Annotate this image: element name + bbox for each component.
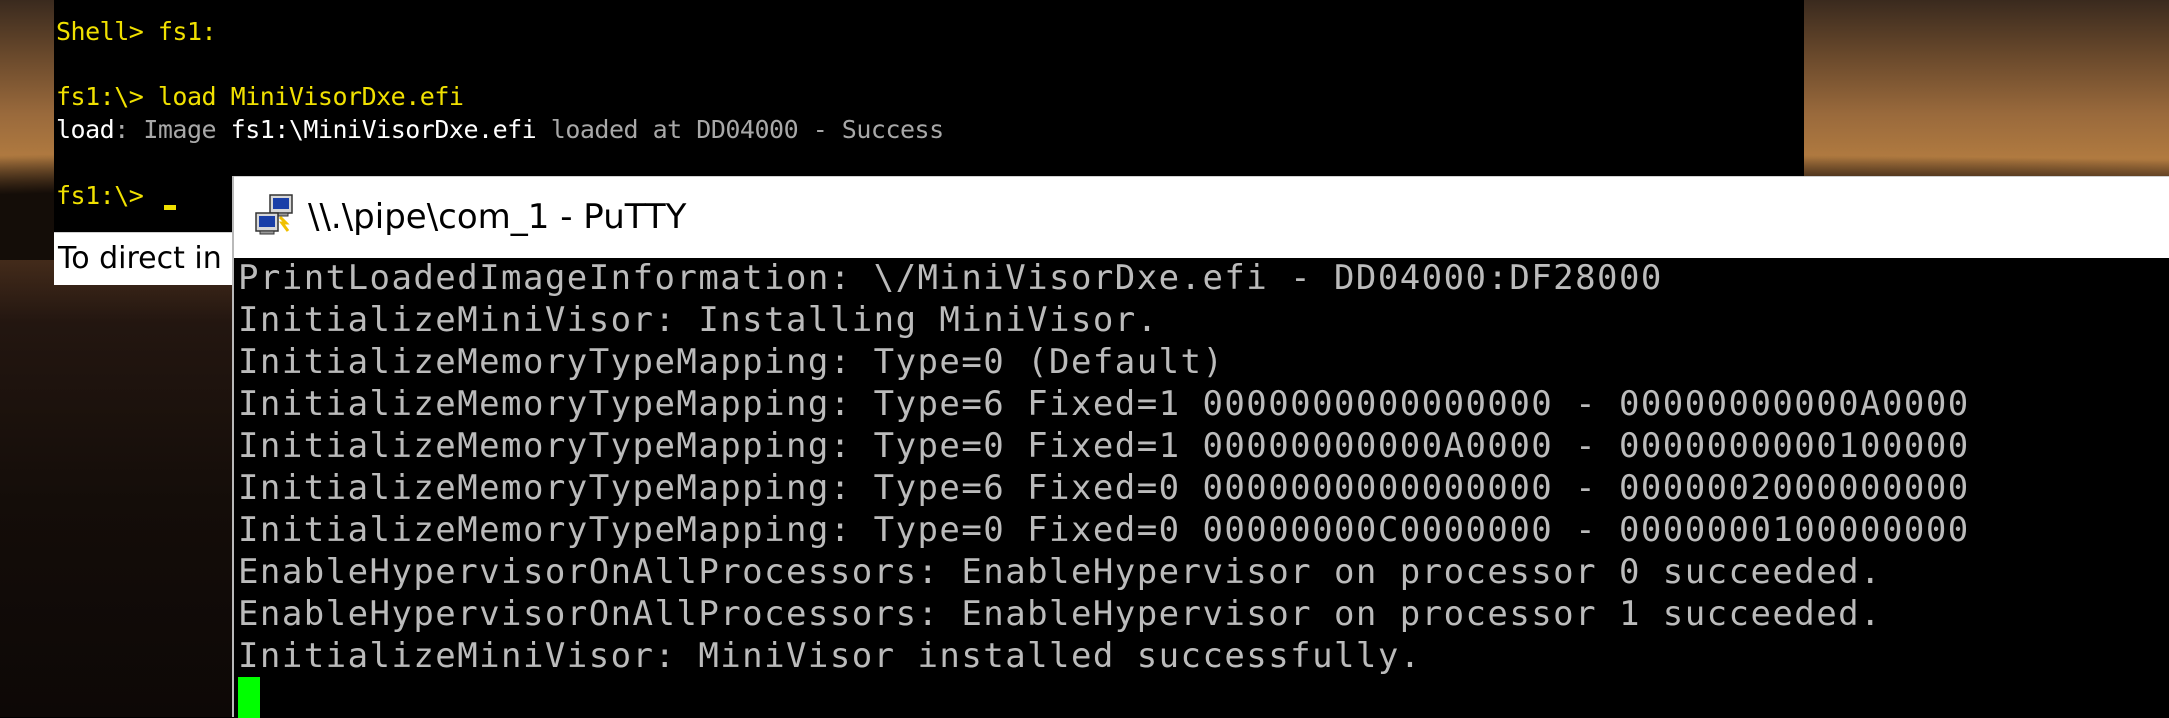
shell-cursor	[163, 205, 176, 210]
terminal-line: InitializeMemoryTypeMapping: Type=0 Fixe…	[238, 510, 1970, 550]
load-result-prefix: load	[56, 115, 115, 144]
terminal-line: InitializeMiniVisor: MiniVisor installed…	[238, 636, 1422, 676]
terminal-line: InitializeMemoryTypeMapping: Type=0 Fixe…	[238, 426, 1970, 466]
putty-window[interactable]: \\.\pipe\com_1 - PuTTY PrintLoadedImageI…	[232, 176, 2169, 718]
putty-titlebar[interactable]: \\.\pipe\com_1 - PuTTY	[234, 176, 2169, 259]
load-result-sep: : Image	[114, 115, 231, 144]
shell-line-load-result: load: Image fs1:\MiniVisorDxe.efi loaded…	[56, 115, 944, 145]
shell-line-fs1: Shell> fs1:	[56, 17, 217, 46]
shell-line-load-command: fs1:\> load MiniVisorDxe.efi	[56, 82, 464, 111]
putty-icon	[252, 193, 300, 241]
terminal-line: EnableHypervisorOnAllProcessors: EnableH…	[238, 594, 1882, 634]
terminal-line: InitializeMemoryTypeMapping: Type=6 Fixe…	[238, 384, 1970, 424]
terminal-line: InitializeMemoryTypeMapping: Type=0 (Def…	[238, 342, 1225, 382]
vm-status-hint: To direct in	[58, 241, 222, 276]
putty-window-title: \\.\pipe\com_1 - PuTTY	[308, 197, 687, 237]
terminal-line: InitializeMiniVisor: Installing MiniViso…	[238, 300, 1159, 340]
load-result-middle: loaded at DD04000 - Success	[536, 115, 944, 144]
terminal-line: EnableHypervisorOnAllProcessors: EnableH…	[238, 552, 1882, 592]
terminal-cursor	[238, 677, 260, 718]
shell-line-prompt[interactable]: fs1:\>	[56, 181, 176, 211]
load-result-path: fs1:\MiniVisorDxe.efi	[230, 115, 537, 144]
shell-prompt-text: fs1:\>	[56, 181, 158, 210]
terminal-line: InitializeMemoryTypeMapping: Type=6 Fixe…	[238, 468, 1970, 508]
putty-terminal[interactable]: PrintLoadedImageInformation: \/MiniVisor…	[234, 258, 2169, 718]
terminal-line: PrintLoadedImageInformation: \/MiniVisor…	[238, 258, 1663, 298]
